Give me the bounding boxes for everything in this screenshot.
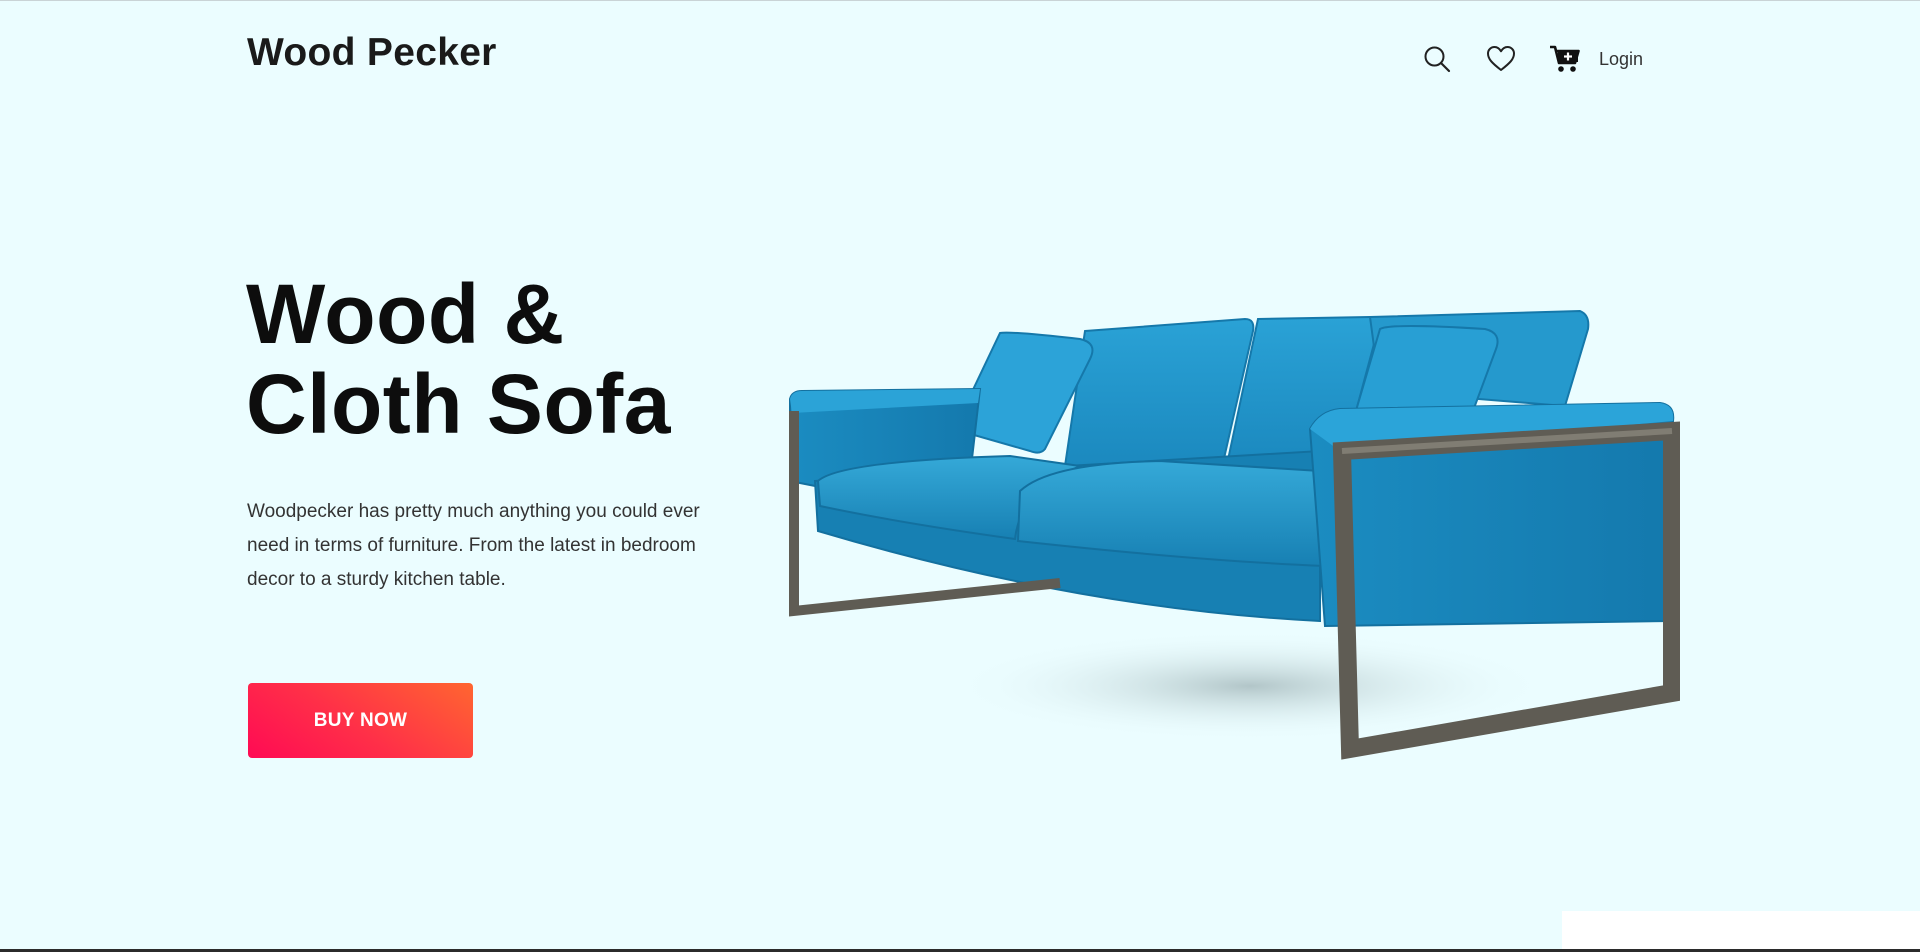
bottom-white-patch [1562,911,1920,949]
search-icon[interactable] [1421,43,1453,75]
header-nav: Login [1421,41,1643,77]
hero-title: Wood & Cloth Sofa [246,269,806,449]
landing-page: Wood Pecker Login Wood & Cloth Sofa Wood… [0,0,1920,952]
heart-icon[interactable] [1485,43,1517,75]
buy-now-button[interactable]: BUY NOW [248,683,473,758]
cart-plus-icon[interactable] [1549,43,1581,75]
hero-title-line-2: Cloth Sofa [246,357,671,451]
login-link[interactable]: Login [1599,49,1643,70]
blue-sofa-image [789,309,1680,760]
hero-title-line-1: Wood & [246,267,565,361]
brand-logo[interactable]: Wood Pecker [247,27,497,79]
hero-description: Woodpecker has pretty much anything you … [247,501,700,590]
